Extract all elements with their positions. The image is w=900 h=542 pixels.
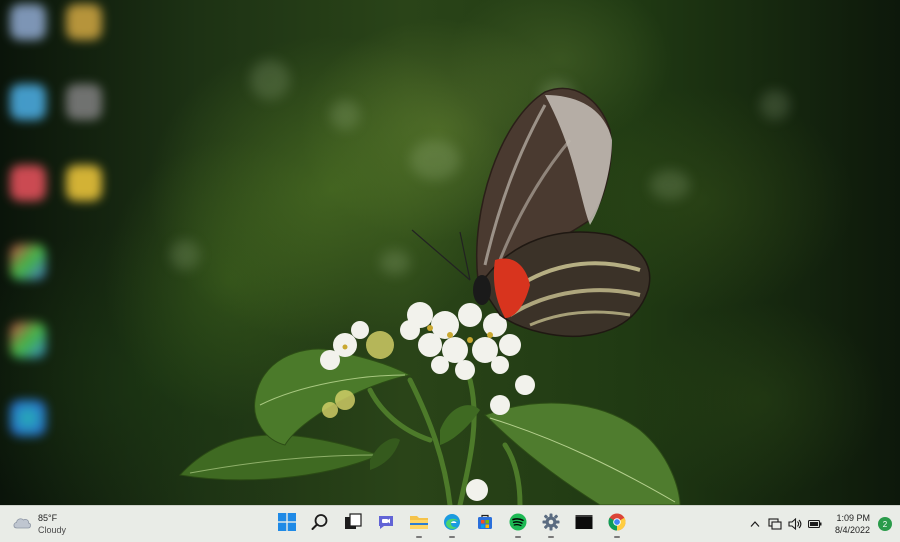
- clock-date: 8/4/2022: [834, 525, 870, 535]
- gear-icon: [542, 513, 560, 536]
- store-button[interactable]: [470, 509, 500, 539]
- task-view-icon: [344, 512, 362, 536]
- volume-icon[interactable]: [787, 516, 803, 532]
- weather-condition: Cloudy: [38, 525, 67, 535]
- task-view-button[interactable]: [338, 509, 368, 539]
- weather-widget[interactable]: 85°F Cloudy: [12, 510, 66, 538]
- clock[interactable]: 1:09 PM 8/4/2022: [835, 512, 870, 536]
- folder-icon: [409, 513, 429, 536]
- running-indicator: [515, 536, 521, 538]
- store-icon: [476, 513, 494, 536]
- search-button[interactable]: [305, 509, 335, 539]
- windows-logo-icon: [278, 512, 296, 536]
- chrome-button[interactable]: [602, 509, 632, 539]
- running-indicator: [416, 536, 422, 538]
- cloud-icon: [12, 515, 32, 534]
- start-button[interactable]: [272, 509, 302, 539]
- file-explorer-button[interactable]: [404, 509, 434, 539]
- network-icon[interactable]: [767, 516, 783, 532]
- weather-text: 85°F Cloudy: [38, 512, 66, 536]
- weather-temperature: 85°F: [38, 513, 58, 523]
- running-indicator: [614, 536, 620, 538]
- spotify-button[interactable]: [503, 509, 533, 539]
- desktop-wallpaper[interactable]: [0, 0, 900, 505]
- system-tray: 1:09 PM 8/4/2022 2: [747, 506, 900, 542]
- running-indicator: [548, 536, 554, 538]
- edge-icon: [443, 513, 461, 536]
- taskbar: 85°F Cloudy 1:09 PM 8/4/2022 2: [0, 505, 900, 542]
- teams-chat-icon: [377, 513, 395, 536]
- spotify-icon: [509, 513, 527, 536]
- edge-button[interactable]: [437, 509, 467, 539]
- battery-icon[interactable]: [807, 516, 823, 532]
- clock-time: 1:09 PM: [836, 513, 870, 523]
- terminal-icon: [575, 514, 593, 535]
- chrome-icon: [608, 513, 626, 536]
- taskbar-apps: [272, 509, 632, 539]
- chat-button[interactable]: [371, 509, 401, 539]
- butterfly: [411, 87, 651, 338]
- notification-badge[interactable]: 2: [878, 517, 892, 531]
- running-indicator: [449, 536, 455, 538]
- chevron-up-icon[interactable]: [747, 516, 763, 532]
- settings-button[interactable]: [536, 509, 566, 539]
- terminal-button[interactable]: [569, 509, 599, 539]
- search-icon: [311, 513, 329, 536]
